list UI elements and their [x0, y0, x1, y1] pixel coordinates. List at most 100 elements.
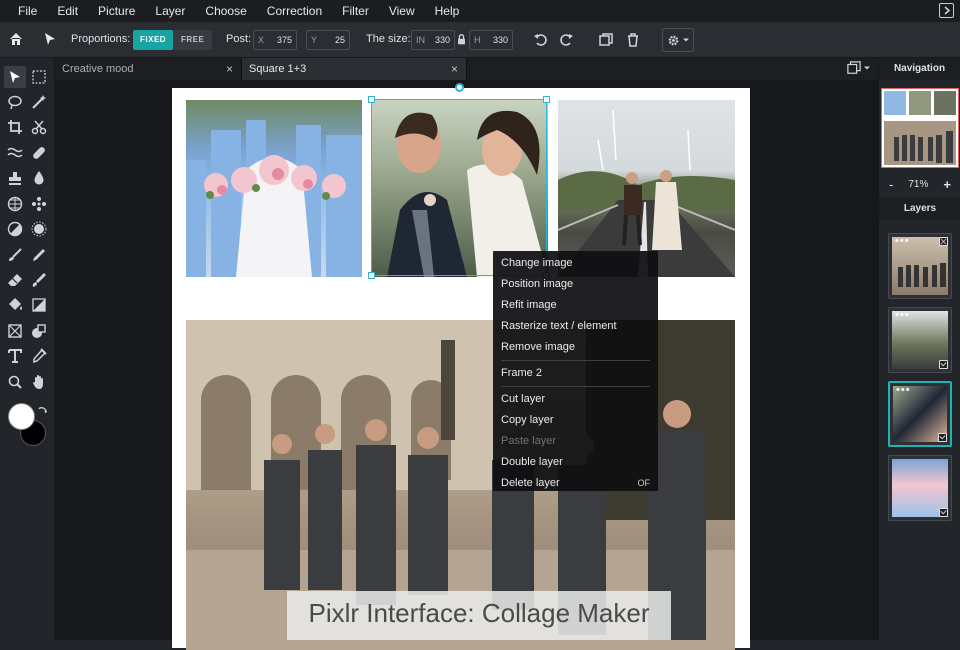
resize-handle-ne[interactable] [543, 96, 550, 103]
eyedropper-tool[interactable] [28, 345, 50, 367]
more-options-icon[interactable]: ••• [896, 385, 911, 396]
settings-dropdown[interactable] [662, 28, 694, 52]
menu-item-copy-layer[interactable]: Copy layer [493, 410, 658, 431]
resize-handle-sw[interactable] [368, 272, 375, 279]
panel-toggle-icon[interactable] [939, 3, 954, 18]
menu-layer[interactable]: Layer [145, 0, 195, 22]
more-options-icon[interactable]: ••• [895, 236, 910, 247]
menu-item-refit-image[interactable]: Refit image [493, 295, 658, 316]
heal-tool[interactable] [28, 142, 50, 164]
y-value[interactable]: 25 [321, 35, 349, 45]
menu-view[interactable]: View [379, 0, 425, 22]
caption-banner: Pixlr Interface: Collage Maker [287, 591, 671, 640]
swap-colors-icon[interactable] [37, 405, 48, 416]
gradient-tool[interactable] [28, 294, 50, 316]
menu-choose[interactable]: Choose [195, 0, 256, 22]
sponge-tool[interactable] [28, 218, 50, 240]
zoom-tool[interactable] [4, 371, 26, 393]
layer-item-groomsmen[interactable]: ••• [888, 233, 952, 299]
menu-picture[interactable]: Picture [88, 0, 145, 22]
selected-frame[interactable] [368, 96, 550, 279]
lock-icon[interactable] [456, 34, 467, 45]
menu-item-frame[interactable]: Frame 2 [493, 363, 658, 384]
text-tool[interactable] [4, 345, 26, 367]
placeholder-tool[interactable] [4, 320, 26, 342]
menu-item-cut-layer[interactable]: Cut layer [493, 389, 658, 410]
hand-tool[interactable] [28, 371, 50, 393]
zoom-in-button[interactable]: + [943, 177, 951, 192]
fill-tool[interactable] [4, 294, 26, 316]
size-label: The size: [366, 33, 411, 45]
menu-item-remove-image[interactable]: Remove image [493, 337, 658, 358]
free-button[interactable]: FREE [173, 30, 213, 50]
home-icon[interactable] [8, 31, 24, 47]
rotate-handle[interactable] [455, 83, 464, 92]
menu-item-position-image[interactable]: Position image [493, 274, 658, 295]
height-value[interactable]: 330 [484, 35, 512, 45]
marquee-tool[interactable] [28, 66, 50, 88]
menu-file[interactable]: File [0, 0, 47, 22]
pencil-tool[interactable] [28, 244, 50, 266]
placeholder-icon[interactable] [939, 237, 948, 246]
visibility-checkbox[interactable] [939, 360, 948, 369]
width-value[interactable]: 330 [430, 35, 454, 45]
more-options-icon[interactable]: ••• [895, 310, 910, 321]
close-icon[interactable]: × [226, 58, 233, 80]
options-toolbar: Proportions: FIXED FREE Post: X 375 Y 25… [0, 22, 960, 58]
lasso-tool[interactable] [4, 91, 26, 113]
tab-label: Creative mood [62, 63, 134, 75]
resize-handle-nw[interactable] [368, 96, 375, 103]
shape-tool[interactable] [28, 320, 50, 342]
menu-filter[interactable]: Filter [332, 0, 379, 22]
eraser-tool[interactable] [4, 269, 26, 291]
crop-tool[interactable] [4, 116, 26, 138]
navigation-preview[interactable] [881, 88, 959, 168]
arrange-tool-icon[interactable] [42, 31, 58, 47]
menu-correction[interactable]: Correction [257, 0, 332, 22]
menu-item-rasterize[interactable]: Rasterize text / element [493, 316, 658, 337]
visibility-checkbox[interactable] [938, 433, 947, 442]
x-value[interactable]: 375 [268, 35, 296, 45]
fixed-button[interactable]: FIXED [133, 30, 174, 50]
layer-item-couple[interactable]: ••• [888, 381, 952, 447]
tab-square-1-3[interactable]: Square 1+3 × [242, 58, 467, 80]
foreground-color-swatch[interactable] [8, 403, 35, 430]
height-field[interactable]: H 330 [469, 30, 513, 50]
layer-item-bridesmaids[interactable] [888, 455, 952, 521]
arrange-tool[interactable] [4, 66, 26, 88]
menu-help[interactable]: Help [425, 0, 470, 22]
menu-item-change-image[interactable]: Change image [493, 253, 658, 274]
collage-canvas[interactable] [172, 83, 750, 650]
position-y-field[interactable]: Y 25 [306, 30, 350, 50]
liquify-tool[interactable] [4, 142, 26, 164]
x-label: X [258, 35, 265, 45]
dots-tool[interactable] [28, 193, 50, 215]
menu-item-delete-layer[interactable]: Delete layer OF [493, 473, 658, 494]
duplicate-icon[interactable] [598, 32, 614, 48]
undo-icon[interactable] [533, 32, 549, 48]
position-x-field[interactable]: X 375 [253, 30, 297, 50]
menu-item-double-layer[interactable]: Double layer [493, 452, 658, 473]
zoom-out-button[interactable]: - [889, 177, 893, 192]
dodge-tool[interactable] [4, 218, 26, 240]
color-replace-tool[interactable] [28, 269, 50, 291]
menu-edit[interactable]: Edit [47, 0, 88, 22]
cutout-tool[interactable] [28, 116, 50, 138]
bridesmaids-photo[interactable] [186, 100, 362, 277]
menu-divider [501, 360, 650, 361]
visibility-checkbox[interactable] [939, 508, 948, 517]
drop-tool[interactable] [28, 167, 50, 189]
grid-tool[interactable] [4, 193, 26, 215]
layer-item-road[interactable]: ••• [888, 307, 952, 373]
tab-creative-mood[interactable]: Creative mood × [55, 58, 242, 80]
y-label: Y [311, 35, 318, 45]
window-layout-icon[interactable] [847, 61, 870, 75]
trash-icon[interactable] [625, 32, 641, 48]
close-icon[interactable]: × [451, 58, 458, 80]
redo-icon[interactable] [558, 32, 574, 48]
brush-tool[interactable] [4, 244, 26, 266]
clone-stamp-tool[interactable] [4, 167, 26, 189]
width-field[interactable]: IN 330 [411, 30, 455, 50]
zoom-level: 71% [908, 178, 929, 190]
magic-wand-tool[interactable] [28, 91, 50, 113]
